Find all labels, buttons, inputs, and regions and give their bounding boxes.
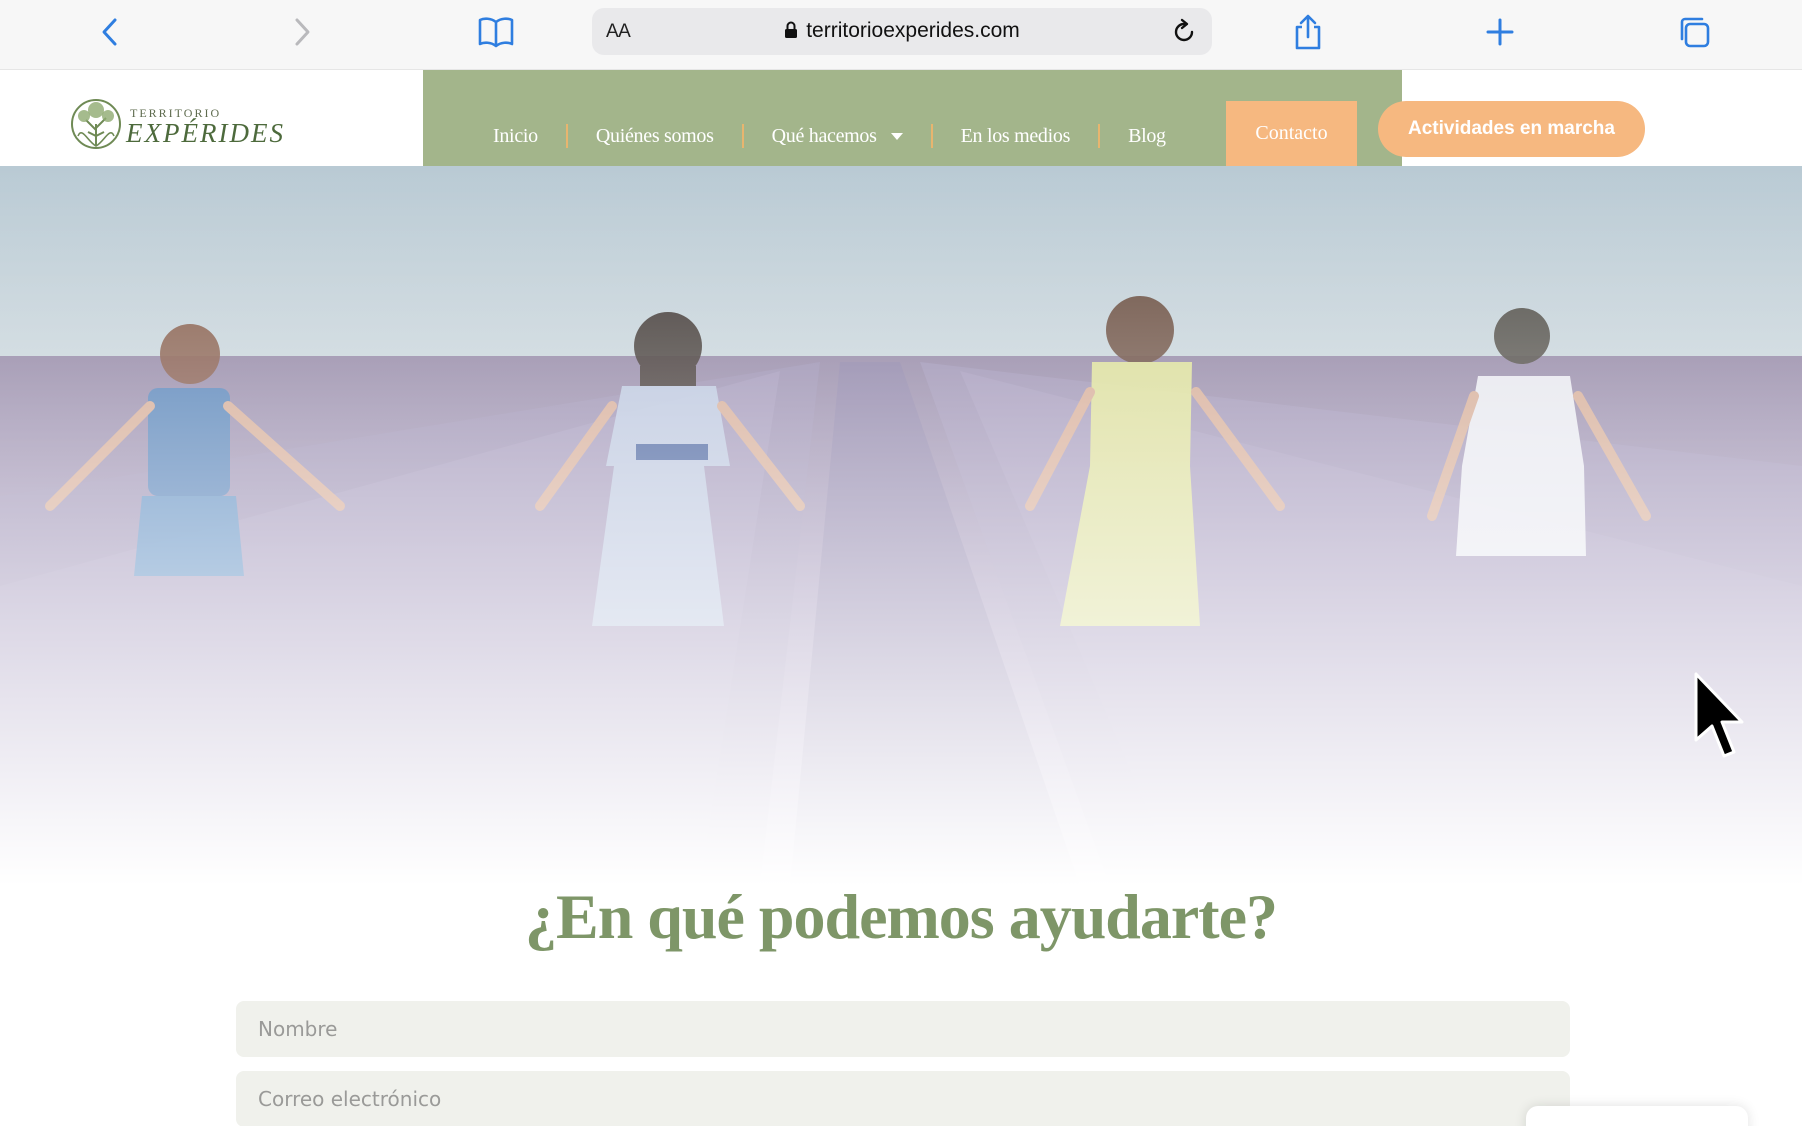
url-display[interactable]: territorioexperides.com (592, 19, 1212, 45)
name-input[interactable] (236, 1001, 1570, 1057)
nav-item-contacto[interactable]: Contacto (1226, 101, 1357, 166)
url-text: territorioexperides.com (806, 19, 1020, 42)
mouse-cursor-icon (1694, 672, 1744, 758)
tabs-icon[interactable] (1672, 12, 1716, 52)
logo-text-main: EXPÉRIDES (126, 118, 285, 148)
nav-item-label: Qué hacemos (771, 125, 877, 147)
contact-heading: ¿En qué podemos ayudarte? (525, 881, 1278, 952)
lock-icon (784, 21, 798, 45)
chevron-left-icon[interactable] (88, 12, 132, 52)
book-icon[interactable] (474, 12, 518, 52)
actividades-en-marcha-button[interactable]: Actividades en marcha (1378, 101, 1645, 157)
email-input[interactable] (236, 1071, 1570, 1126)
nav-item-blog[interactable]: Blog (1128, 125, 1166, 148)
caret-down-icon (890, 133, 903, 140)
reload-icon[interactable] (1166, 14, 1202, 50)
main-navigation: Inicio Quiénes somos Qué hacemos En los … (423, 70, 1402, 166)
share-icon[interactable] (1286, 12, 1330, 52)
address-bar[interactable]: AA territorioexperides.com (592, 8, 1212, 55)
nav-links: Inicio Quiénes somos Qué hacemos En los … (423, 70, 1166, 166)
lavender-field-illustration (0, 166, 1802, 886)
nav-item-en-los-medios[interactable]: En los medios (961, 125, 1071, 148)
nav-divider (741, 124, 744, 148)
tree-emblem-icon (71, 99, 121, 149)
floating-widget[interactable] (1526, 1106, 1748, 1126)
nav-divider (565, 124, 568, 148)
plus-icon[interactable] (1478, 12, 1522, 52)
nav-item-inicio[interactable]: Inicio (493, 125, 538, 148)
nav-item-quienes-somos[interactable]: Quiénes somos (596, 125, 714, 148)
chevron-right-icon[interactable] (280, 12, 324, 52)
browser-toolbar: AA territorioexperides.com (0, 0, 1802, 70)
nav-divider (1098, 124, 1101, 148)
nav-item-que-hacemos[interactable]: Qué hacemos (772, 125, 903, 148)
hero-image (0, 166, 1802, 886)
nav-divider (930, 124, 933, 148)
site-header: TERRITORIO EXPÉRIDES Inicio Quiénes somo… (0, 70, 1802, 166)
site-logo[interactable]: TERRITORIO EXPÉRIDES (68, 96, 283, 154)
